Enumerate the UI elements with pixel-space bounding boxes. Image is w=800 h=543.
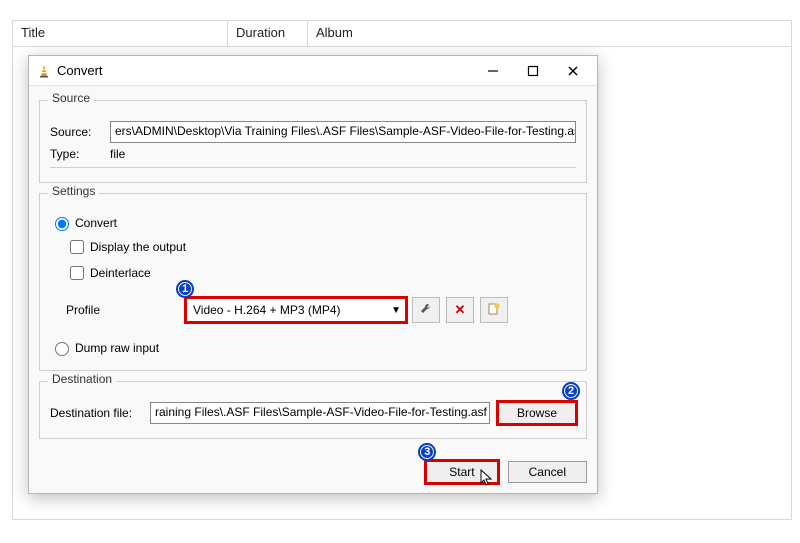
- browse-button[interactable]: Browse: [498, 402, 576, 424]
- browse-button-label: Browse: [517, 406, 557, 420]
- source-input[interactable]: ers\ADMIN\Desktop\Via Training Files\.AS…: [110, 121, 576, 143]
- new-profile-button[interactable]: [480, 297, 508, 323]
- maximize-button[interactable]: [513, 57, 553, 85]
- dump-raw-radio[interactable]: [55, 342, 69, 356]
- edit-profile-button[interactable]: [412, 297, 440, 323]
- deinterlace-label: Deinterlace: [90, 266, 151, 280]
- display-output-checkbox[interactable]: [70, 240, 84, 254]
- profile-combo-value: Video - H.264 + MP3 (MP4): [193, 303, 341, 317]
- cursor-icon: [480, 469, 494, 487]
- chevron-down-icon: ▼: [391, 305, 401, 316]
- convert-dialog: Convert Source Source: ers\ADMIN\Desktop…: [28, 55, 598, 494]
- destination-file-input[interactable]: raining Files\.ASF Files\Sample-ASF-Vide…: [150, 402, 490, 424]
- deinterlace-checkbox[interactable]: [70, 266, 84, 280]
- destination-group: Destination Destination file: raining Fi…: [39, 381, 587, 439]
- destination-group-label: Destination: [48, 372, 116, 386]
- display-output-label: Display the output: [90, 240, 186, 254]
- annotation-badge-3: 3: [418, 443, 436, 461]
- convert-radio[interactable]: [55, 217, 69, 231]
- titlebar: Convert: [29, 56, 597, 86]
- cancel-button[interactable]: Cancel: [508, 461, 587, 483]
- cancel-button-label: Cancel: [529, 465, 566, 479]
- convert-radio-label: Convert: [75, 216, 117, 230]
- minimize-button[interactable]: [473, 57, 513, 85]
- dump-raw-label: Dump raw input: [75, 341, 159, 355]
- col-duration[interactable]: Duration: [228, 21, 308, 46]
- wrench-icon: [419, 302, 433, 319]
- x-red-icon: ✕: [455, 302, 466, 318]
- dialog-title: Convert: [57, 63, 473, 78]
- annotation-badge-2: 2: [562, 382, 580, 400]
- source-group-label: Source: [48, 91, 94, 105]
- close-button[interactable]: [553, 57, 593, 85]
- settings-group: Settings Convert Display the output Dein…: [39, 193, 587, 371]
- table-header: Title Duration Album: [13, 21, 791, 47]
- type-label: Type:: [50, 147, 110, 161]
- type-value: file: [110, 147, 125, 161]
- profile-label: Profile: [66, 303, 186, 317]
- source-label: Source:: [50, 125, 110, 139]
- destination-file-label: Destination file:: [50, 406, 150, 420]
- source-group: Source Source: ers\ADMIN\Desktop\Via Tra…: [39, 100, 587, 183]
- start-button-label: Start: [449, 465, 474, 479]
- delete-profile-button[interactable]: ✕: [446, 297, 474, 323]
- vlc-cone-icon: [37, 64, 51, 78]
- new-file-icon: [487, 302, 501, 319]
- profile-combo[interactable]: Video - H.264 + MP3 (MP4) ▼: [186, 298, 406, 322]
- col-title[interactable]: Title: [13, 21, 228, 46]
- col-album[interactable]: Album: [308, 21, 791, 46]
- annotation-badge-1: 1: [176, 280, 194, 298]
- settings-group-label: Settings: [48, 184, 99, 198]
